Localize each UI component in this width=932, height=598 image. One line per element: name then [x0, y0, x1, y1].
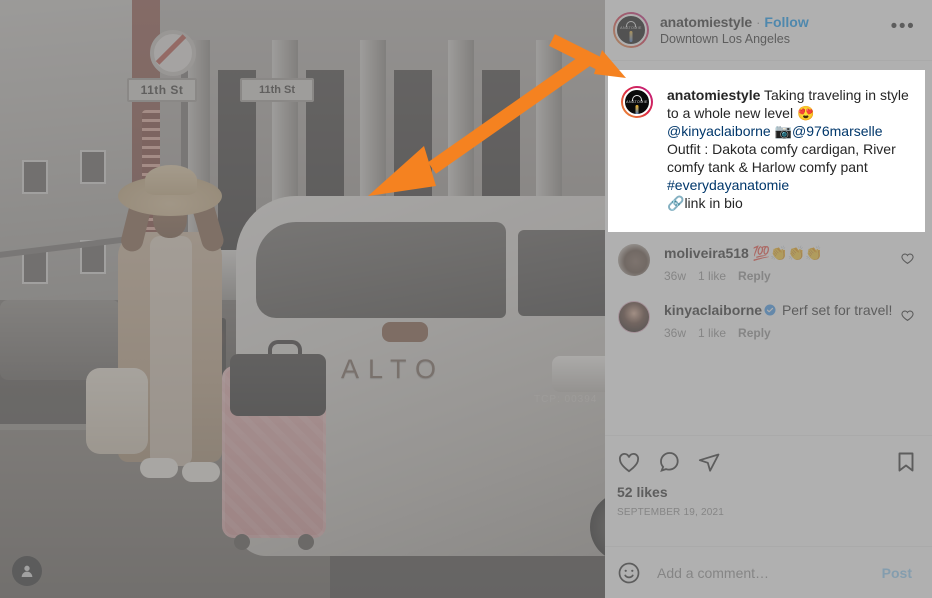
comment-row-2: kinyaclaiborne Perf set for travel! 36w … — [605, 283, 932, 340]
comment-like-button-1[interactable] — [896, 244, 918, 283]
commenter-username-2[interactable]: kinyaclaiborne — [664, 302, 762, 318]
woman-shoe-left — [140, 458, 178, 478]
street-sign-2: 11th St — [240, 78, 314, 102]
add-comment-bar: Post — [605, 546, 932, 598]
comment-time-1: 36w — [664, 269, 687, 283]
comment-likes-2[interactable]: 1 like — [698, 326, 726, 340]
woman-shoe-right — [182, 462, 220, 482]
comment-reply-1[interactable]: Reply — [738, 269, 771, 283]
car-plate-text: TCP: 00394 — [534, 394, 598, 405]
author-username[interactable]: anatomiestyle — [660, 14, 752, 30]
highlight-caption-link-emoji: 🔗 — [667, 195, 685, 211]
highlight-caption-avatar[interactable]: ANATOMIE — [621, 86, 653, 118]
share-icon[interactable] — [697, 450, 721, 474]
highlight-caption-camera-emoji: 📷 — [774, 123, 793, 139]
comment-icon[interactable] — [657, 450, 681, 474]
black-carryon-bag — [230, 354, 326, 416]
verified-badge-icon — [764, 304, 776, 316]
instagram-post-window: 11th St 11th St ALTO TCP: 00394 ANATOMIE… — [0, 0, 932, 598]
post-header-text: anatomiestyle · Follow Downtown Los Ange… — [660, 14, 888, 46]
highlight-caption-mention-2[interactable]: @976marselle — [792, 123, 882, 139]
highlight-caption-hashtag[interactable]: #everydayanatomie — [667, 177, 789, 193]
comment-likes-1[interactable]: 1 like — [698, 269, 726, 283]
woman-hat-crown — [145, 165, 197, 195]
woman-handbag — [86, 368, 148, 454]
highlight-caption-link-text: link in bio — [684, 195, 743, 211]
highlight-caption-outfit: Outfit : Dakota comfy cardigan, River co… — [667, 141, 896, 175]
highlighted-caption: ANATOMIE anatomiestyle Taking traveling … — [608, 70, 925, 232]
follow-button[interactable]: Follow — [764, 14, 808, 30]
comment-text-2: Perf set for travel! — [781, 302, 893, 318]
likes-count[interactable]: 52 likes — [617, 484, 918, 500]
highlight-caption-username[interactable]: anatomiestyle — [667, 87, 760, 103]
commenter-username-1[interactable]: moliveira518 — [664, 245, 749, 261]
comment-reply-2[interactable]: Reply — [738, 326, 771, 340]
post-date: SEPTEMBER 19, 2021 — [617, 507, 724, 518]
comment-text-1: 💯👏👏👏 — [752, 245, 823, 261]
post-photo[interactable]: 11th St 11th St ALTO TCP: 00394 — [0, 0, 605, 598]
comment-time-2: 36w — [664, 326, 687, 340]
author-avatar[interactable]: ANATOMIE — [613, 12, 649, 48]
more-options-icon[interactable]: ••• — [888, 12, 918, 49]
car-badge-text: ALTO — [341, 354, 446, 384]
post-location[interactable]: Downtown Los Angeles — [660, 32, 888, 46]
no-turn-sign-icon — [150, 30, 196, 76]
commenter-avatar-1[interactable] — [618, 244, 650, 276]
bookmark-icon[interactable] — [894, 450, 918, 474]
heart-icon — [900, 310, 914, 322]
heart-icon — [900, 253, 914, 265]
person-icon — [21, 565, 33, 577]
viewer-avatar-badge[interactable] — [12, 556, 42, 586]
post-comment-button[interactable]: Post — [876, 564, 918, 582]
post-actions: 52 likes SEPTEMBER 19, 2021 — [605, 436, 932, 518]
emoji-icon[interactable] — [617, 561, 641, 585]
like-heart-icon[interactable] — [617, 450, 641, 474]
woman-tank — [150, 236, 192, 466]
comment-like-button-2[interactable] — [896, 301, 918, 340]
header-separator: · — [756, 15, 761, 30]
commenter-avatar-2[interactable] — [618, 301, 650, 333]
post-header: ANATOMIE anatomiestyle · Follow Downtown… — [605, 0, 932, 61]
highlight-caption-text: anatomiestyle Taking traveling in style … — [667, 86, 911, 212]
photo-artwork: 11th St 11th St ALTO TCP: 00394 — [0, 0, 605, 598]
street-sign-1: 11th St — [127, 78, 197, 102]
add-comment-input[interactable] — [655, 563, 876, 582]
highlight-caption-mention-1[interactable]: @kinyaclaiborne — [667, 123, 771, 139]
